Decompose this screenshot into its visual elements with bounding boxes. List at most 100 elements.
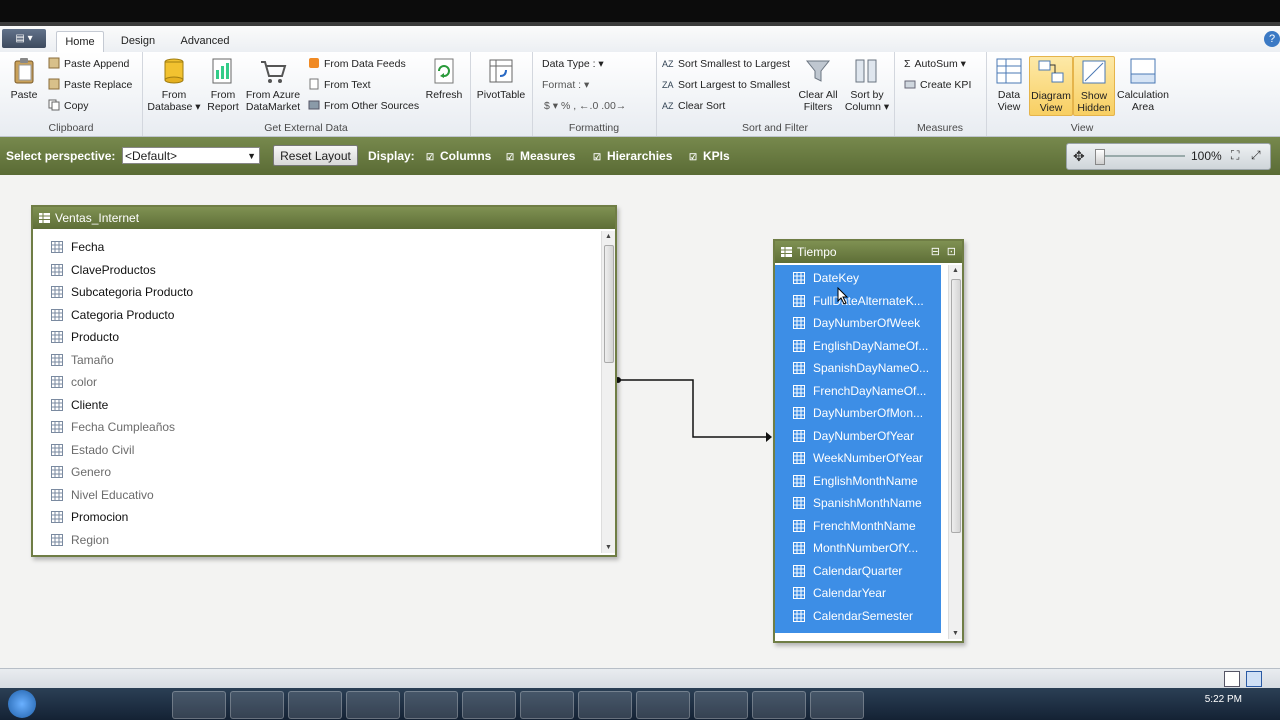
- column-name: CalendarSemester: [813, 608, 914, 623]
- perspective-select[interactable]: <Default> ▼: [122, 147, 260, 164]
- taskbar-app-button[interactable]: [230, 691, 284, 719]
- tab-home[interactable]: Home: [56, 31, 104, 53]
- clear-all-filters-button[interactable]: Clear All Filters: [794, 56, 842, 113]
- calculation-area-icon: [1130, 58, 1156, 84]
- refresh-button[interactable]: Refresh: [424, 56, 464, 101]
- data-type-dropdown[interactable]: Data Type : ▾: [542, 55, 604, 73]
- copy-icon: [48, 99, 60, 111]
- show-hidden-button[interactable]: Show Hidden: [1073, 56, 1115, 116]
- scroll-thumb[interactable]: [951, 279, 961, 533]
- column-icon: [51, 398, 63, 411]
- from-data-feeds-button[interactable]: From Data Feeds: [308, 55, 406, 73]
- taskbar-app-button[interactable]: [462, 691, 516, 719]
- taskbar-app-button[interactable]: [636, 691, 690, 719]
- column-icon: [51, 466, 63, 478]
- column-name: DayNumberOfWeek: [813, 316, 921, 330]
- zoom-control: ✥ 100% ⛶ ⤢: [1066, 143, 1271, 170]
- taskbar-app-button[interactable]: [172, 691, 226, 719]
- taskbar-app-button[interactable]: [810, 691, 864, 719]
- fit-to-screen-icon[interactable]: ⛶: [1231, 148, 1239, 163]
- column-name: EnglishMonthName: [813, 473, 918, 488]
- column-icon: [793, 474, 805, 487]
- from-other-sources-button[interactable]: From Other Sources: [308, 97, 419, 115]
- text-file-icon: [309, 78, 319, 90]
- pivottable-button[interactable]: PivotTable: [474, 56, 528, 101]
- from-text-button[interactable]: From Text: [308, 76, 370, 94]
- measures-checkbox[interactable]: ☑ Measures: [506, 149, 575, 163]
- data-view-button[interactable]: Data View: [990, 56, 1028, 113]
- display-label: Display:: [368, 149, 415, 163]
- clear-sort-button[interactable]: AZ Clear Sort: [662, 97, 725, 115]
- copy-button[interactable]: Copy: [48, 97, 89, 115]
- zoom-level: 100%: [1191, 149, 1222, 163]
- paste-replace-button[interactable]: Paste Replace: [48, 76, 132, 94]
- group-pivottable: PivotTable: [470, 52, 533, 136]
- column-icon: [793, 587, 805, 599]
- taskbar-app-button[interactable]: [520, 691, 574, 719]
- scroll-down-icon[interactable]: ▼: [605, 544, 612, 551]
- help-icon[interactable]: ?: [1264, 31, 1280, 47]
- scrollbar[interactable]: ▲ ▼: [601, 231, 615, 553]
- checkmark-icon: ☑: [593, 152, 602, 162]
- from-database-button[interactable]: From Database ▾: [146, 56, 202, 113]
- scroll-up-icon[interactable]: ▲: [605, 233, 612, 240]
- column-icon: [793, 429, 805, 442]
- hierarchies-checkbox[interactable]: ☑ Hierarchies: [593, 149, 672, 163]
- diagram-canvas[interactable]: Ventas_Internet Fecha ClaveProductos Subca…: [0, 175, 1280, 668]
- column-icon: [51, 353, 63, 366]
- taskbar-app-button[interactable]: [694, 691, 748, 719]
- column-name: DateKey: [813, 271, 860, 285]
- number-format-buttons[interactable]: $ ▾ % , ←.0 .00→: [544, 97, 626, 115]
- from-report-button[interactable]: From Report: [204, 56, 242, 113]
- column-name: Tamaño: [71, 352, 114, 367]
- start-button[interactable]: [8, 690, 36, 718]
- group-clipboard: Paste Paste Append Paste Replace Copy Cl…: [0, 52, 143, 136]
- columns-checkbox[interactable]: ☑ Columns: [426, 149, 491, 163]
- column-name: CalendarYear: [813, 586, 886, 600]
- file-menu-button[interactable]: ▤ ▾: [2, 29, 46, 48]
- table-tiempo[interactable]: Tiempo ⊟ ⊡ DateKey FullDateAlternateK... D…: [773, 239, 964, 643]
- kpis-checkbox[interactable]: ☑ KPIs: [689, 149, 730, 163]
- autosum-button[interactable]: Σ AutoSum ▾: [904, 55, 966, 73]
- taskbar-app-button[interactable]: [288, 691, 342, 719]
- column-icon: [793, 407, 805, 419]
- view-group-label: View: [1070, 122, 1094, 134]
- from-azure-datamarket-button[interactable]: From Azure DataMarket: [244, 56, 302, 113]
- zoom-slider-track[interactable]: [1097, 155, 1185, 157]
- table-header[interactable]: Ventas_Internet: [33, 207, 615, 229]
- tab-advanced[interactable]: Advanced: [174, 31, 236, 52]
- column-name: DayNumberOfMon...: [813, 406, 924, 420]
- column-name: FrenchMonthName: [813, 518, 916, 533]
- sort-descending-button[interactable]: ZA Sort Largest to Smallest: [662, 76, 790, 94]
- sort-ascending-button[interactable]: AZ Sort Smallest to Largest: [662, 55, 790, 73]
- taskbar-app-button[interactable]: [578, 691, 632, 719]
- maximize-icon[interactable]: ⊡: [947, 241, 956, 263]
- scroll-up-icon[interactable]: ▲: [952, 267, 959, 274]
- table-ventas-internet[interactable]: Ventas_Internet Fecha ClaveProductos Subca…: [31, 205, 617, 557]
- taskbar-app-button[interactable]: [346, 691, 400, 719]
- create-kpi-button[interactable]: Create KPI: [904, 76, 971, 94]
- scrollbar[interactable]: ▲ ▼: [948, 265, 962, 639]
- formatting-group-label: Formatting: [568, 122, 620, 134]
- grid-view-icon[interactable]: [1224, 671, 1240, 687]
- sort-by-column-button[interactable]: Sort by Column ▾: [844, 56, 890, 113]
- tab-design[interactable]: Design: [112, 31, 164, 52]
- format-dropdown[interactable]: Format : ▾: [542, 76, 589, 94]
- reset-layout-button[interactable]: Reset Layout: [273, 145, 358, 166]
- zoom-slider-thumb[interactable]: [1095, 149, 1105, 165]
- diagram-view-icon[interactable]: [1246, 671, 1262, 687]
- diagram-view-button[interactable]: Diagram View: [1029, 56, 1073, 116]
- svg-text:AZ: AZ: [662, 101, 674, 111]
- calculation-area-button[interactable]: Calculation Area: [1116, 56, 1170, 113]
- expand-icon[interactable]: ⤢: [1251, 148, 1261, 163]
- paste-button[interactable]: Paste: [6, 56, 42, 101]
- pan-icon[interactable]: ✥: [1073, 148, 1085, 165]
- taskbar-app-button[interactable]: [752, 691, 806, 719]
- scroll-thumb[interactable]: [604, 245, 614, 363]
- scroll-down-icon[interactable]: ▼: [952, 630, 959, 637]
- paste-append-button[interactable]: Paste Append: [48, 55, 129, 73]
- collapse-icon[interactable]: ⊟: [931, 241, 940, 263]
- excel-taskbar-button[interactable]: [404, 691, 458, 719]
- group-measures: Σ AutoSum ▾ Create KPI Measures: [894, 52, 987, 136]
- table-header[interactable]: Tiempo ⊟ ⊡: [775, 241, 962, 263]
